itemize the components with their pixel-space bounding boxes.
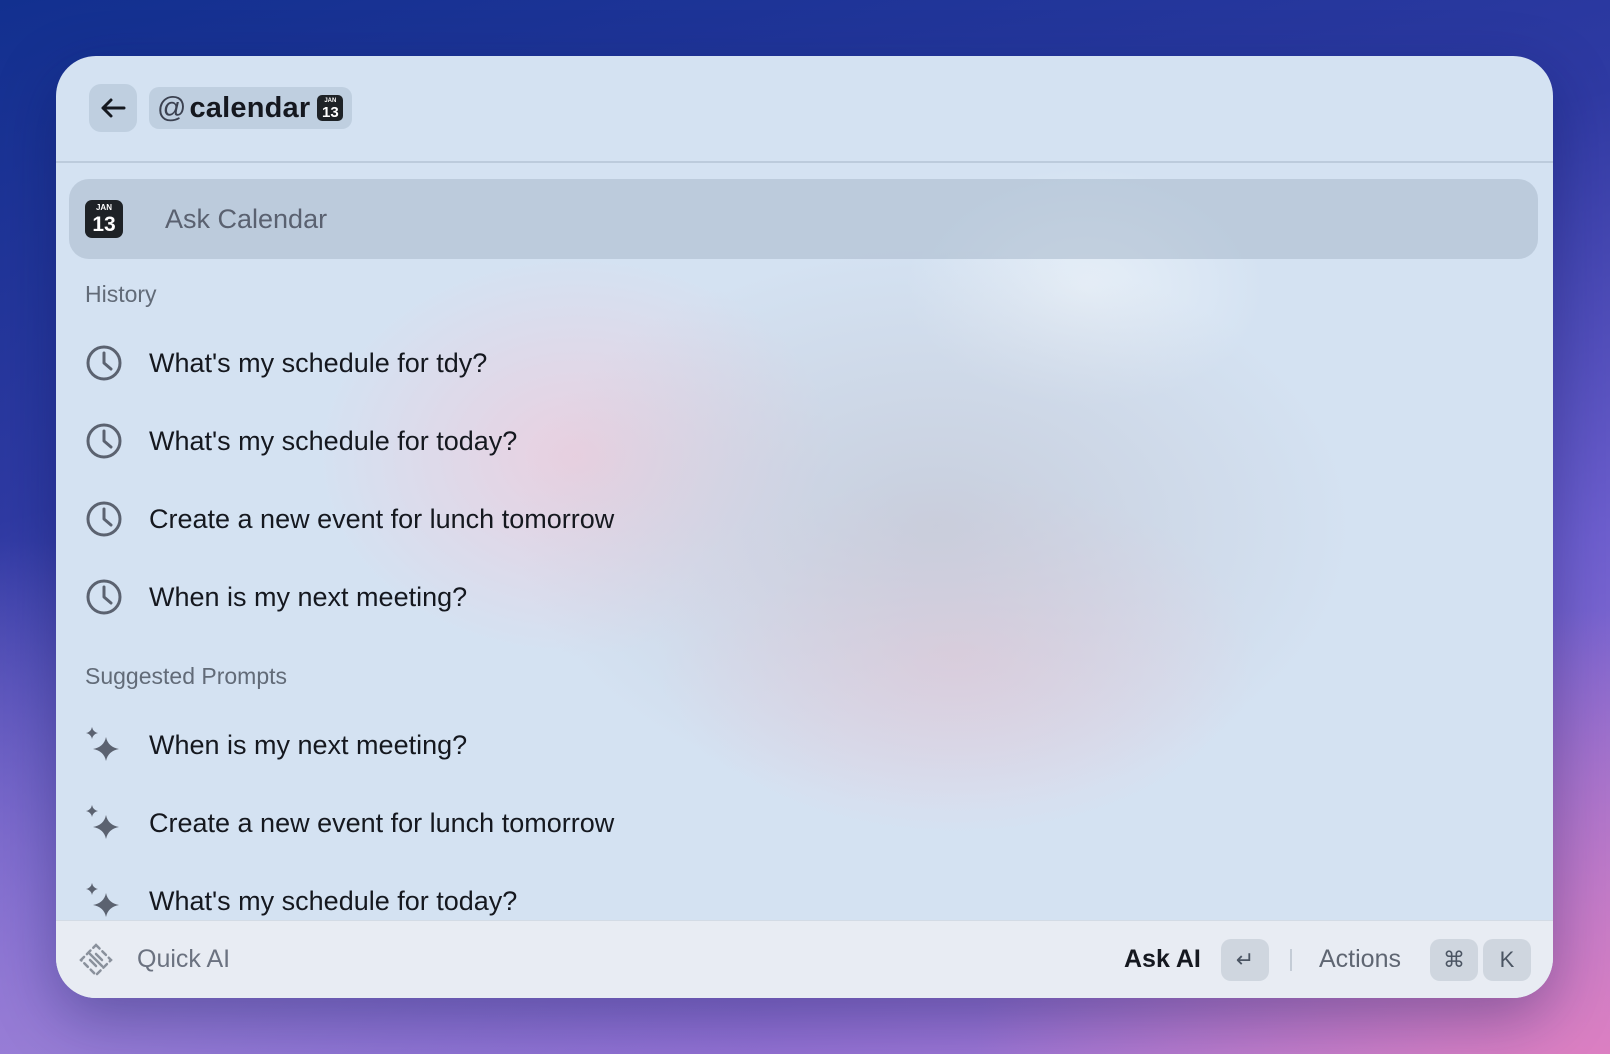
history-item[interactable]: When is my next meeting? [56, 558, 1553, 636]
history-section-title: History [85, 281, 157, 307]
history-item-label: When is my next meeting? [149, 581, 468, 612]
footer-divider [1290, 949, 1292, 971]
sparkles-icon [86, 727, 119, 761]
mention-name: calendar [189, 91, 311, 124]
arrow-left-icon [101, 98, 126, 118]
history-item[interactable]: What's my schedule for today? [56, 402, 1553, 480]
clock-icon [86, 501, 122, 537]
sparkles-icon [86, 883, 119, 917]
suggested-prompt-label: When is my next meeting? [149, 729, 468, 760]
suggested-prompt-label: Create a new event for lunch tomorrow [149, 807, 615, 838]
history-item[interactable]: What's my schedule for tdy? [56, 324, 1553, 402]
suggested-prompt-label: What's my schedule for today? [149, 885, 518, 916]
enter-key-hint: ↵ [1221, 939, 1269, 981]
calendar-mention-chip[interactable]: @ calendar JAN 13 [149, 87, 353, 129]
calendar-icon-day: 13 [322, 104, 339, 121]
k-key-hint: K [1483, 939, 1531, 981]
back-button[interactable] [89, 84, 137, 132]
action-bar: Quick AI Ask AI ↵ Actions ⌘ K [56, 920, 1553, 998]
clock-icon [86, 345, 122, 381]
calendar-icon-day: 13 [92, 213, 116, 236]
ask-calendar-row[interactable]: JAN 13 Ask Calendar [69, 179, 1538, 259]
suggested-prompt-item[interactable]: Create a new event for lunch tomorrow [56, 784, 1553, 862]
search-header: @ calendar JAN 13 [56, 56, 1553, 163]
history-item-label: Create a new event for lunch tomorrow [149, 503, 615, 534]
ask-ai-button[interactable]: Ask AI [1124, 945, 1201, 974]
suggested-prompt-item[interactable]: When is my next meeting? [56, 706, 1553, 784]
quick-ai-window: @ calendar JAN 13 JAN 13 Ask Calendar Hi… [56, 56, 1553, 998]
ask-calendar-label: Ask Calendar [165, 203, 328, 234]
calendar-icon-month: JAN [95, 203, 112, 212]
history-item[interactable]: Create a new event for lunch tomorrow [56, 480, 1553, 558]
clock-icon [86, 579, 122, 615]
calendar-app-icon: JAN 13 [85, 200, 123, 238]
command-key-hint: ⌘ [1430, 939, 1478, 981]
history-item-label: What's my schedule for today? [149, 425, 518, 456]
calendar-app-icon: JAN 13 [317, 95, 344, 121]
history-item-label: What's my schedule for tdy? [149, 347, 488, 378]
mention-at-sign: @ [157, 91, 187, 124]
clock-icon [86, 423, 122, 459]
quick-ai-logo-icon [79, 943, 113, 977]
actions-button[interactable]: Actions [1319, 945, 1401, 974]
suggested-section-title: Suggested Prompts [85, 663, 288, 689]
sparkles-icon [86, 805, 119, 839]
app-name-label: Quick AI [137, 945, 231, 973]
